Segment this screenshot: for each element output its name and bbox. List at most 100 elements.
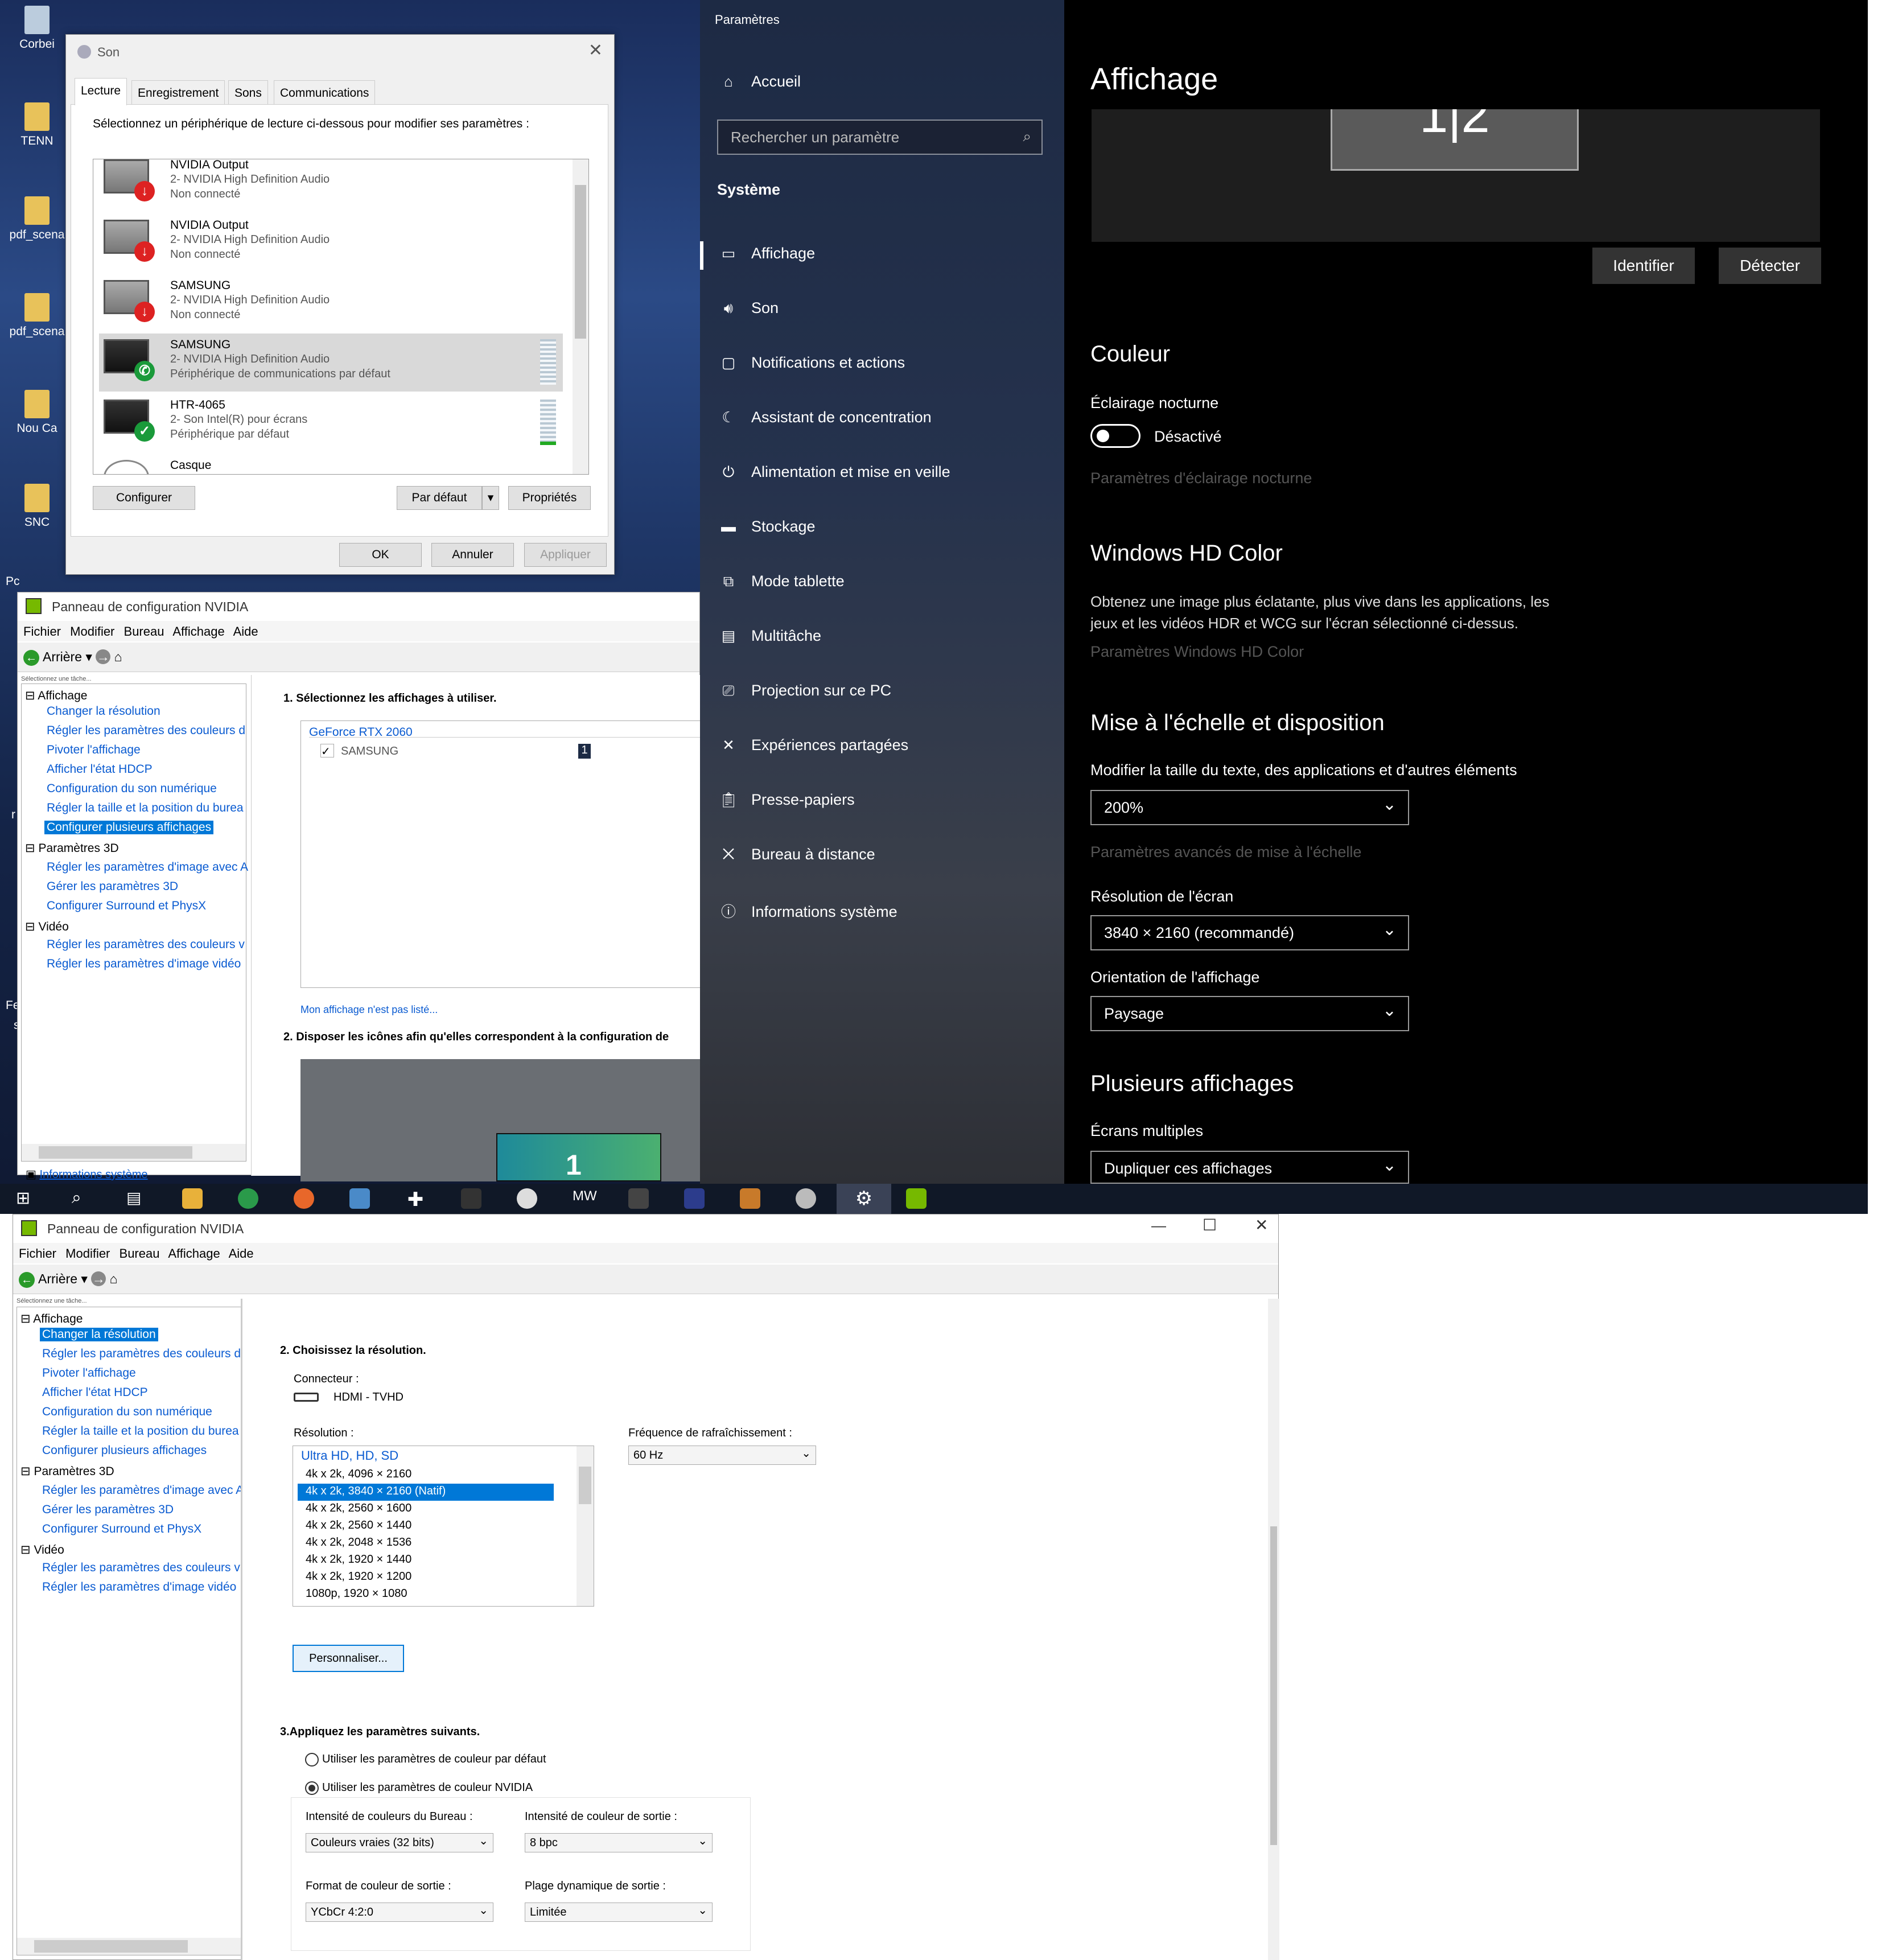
dyn-range-dropdown[interactable]: Limitée: [525, 1903, 713, 1922]
nav-projection[interactable]: ⎚ Projection sur ce PC: [717, 682, 892, 700]
resolution-list[interactable]: Ultra HD, HD, SD 4k x 2k, 4096 × 2160 4k…: [293, 1446, 594, 1607]
menu-bureau[interactable]: Bureau: [120, 1246, 160, 1261]
plus-app-icon[interactable]: ✚: [405, 1188, 426, 1210]
tree-group-3d[interactable]: ⊟ Paramètres 3D: [25, 841, 119, 855]
apply-button[interactable]: Appliquer: [524, 543, 607, 567]
app-icon[interactable]: [740, 1188, 760, 1209]
detect-button[interactable]: Détecter: [1719, 248, 1821, 284]
refresh-dropdown[interactable]: 60 Hz: [628, 1446, 816, 1465]
scrollbar-thumb[interactable]: [34, 1940, 188, 1953]
tree-item[interactable]: Configurer plusieurs affichages: [42, 1444, 207, 1457]
tree-group-video[interactable]: ⊟ Vidéo: [20, 1543, 64, 1557]
nav-about[interactable]: ⓘ Informations système: [717, 900, 897, 921]
forward-icon[interactable]: →: [96, 649, 111, 664]
tree-item[interactable]: Afficher l'état HDCP: [42, 1386, 148, 1399]
cancel-button[interactable]: Annuler: [431, 543, 514, 567]
ok-button[interactable]: OK: [339, 543, 422, 567]
folder-icon[interactable]: pdf_scena: [6, 196, 68, 242]
tree-item-selected[interactable]: Configurer plusieurs affichages: [44, 821, 214, 834]
not-listed-link[interactable]: Mon affichage n'est pas listé...: [300, 1004, 438, 1016]
resolution-item[interactable]: 4k x 2k, 2560 × 1600: [298, 1501, 554, 1518]
nav-clipboard[interactable]: 📋︎ Presse-papiers: [717, 791, 854, 809]
tree-item[interactable]: Régler la taille et la position du burea: [47, 801, 244, 815]
scale-dropdown[interactable]: 200%: [1090, 790, 1409, 825]
tree-item[interactable]: Configuration du son numérique: [42, 1405, 212, 1419]
tree-item[interactable]: Régler les paramètres d'image avec A: [47, 860, 248, 874]
out-depth-dropdown[interactable]: 8 bpc: [525, 1833, 713, 1852]
menu-modifier[interactable]: Modifier: [65, 1246, 110, 1261]
tree-item[interactable]: Afficher l'état HDCP: [47, 763, 153, 776]
nav-tablet[interactable]: ⧉ Mode tablette: [717, 573, 845, 591]
forward-icon[interactable]: →: [91, 1271, 106, 1286]
sysinfo-link[interactable]: ▣ Informations système: [26, 1167, 148, 1181]
radio-default-color[interactable]: [305, 1753, 319, 1767]
chrome-icon[interactable]: [238, 1188, 258, 1209]
menu-fichier[interactable]: Fichier: [23, 624, 61, 639]
scrollbar-thumb[interactable]: [575, 185, 586, 339]
resolution-dropdown[interactable]: 3840 × 2160 (recommandé): [1090, 915, 1409, 950]
app-icon[interactable]: [684, 1188, 705, 1209]
tree-item[interactable]: Configuration du son numérique: [47, 782, 217, 796]
tab-enregistrement[interactable]: Enregistrement: [131, 80, 225, 104]
device-list[interactable]: ↓ NVIDIA Output 2- NVIDIA High Definition …: [93, 159, 589, 475]
tree-item[interactable]: Régler les paramètres des couleurs v: [47, 938, 245, 952]
maximize-icon[interactable]: ☐: [1203, 1216, 1217, 1234]
folder-icon[interactable]: TENN: [6, 102, 68, 148]
nav-remote[interactable]: ⨉ Bureau à distance: [717, 846, 875, 864]
tree-item-selected[interactable]: Changer la résolution: [40, 1328, 158, 1341]
customize-button[interactable]: Personnaliser...: [293, 1645, 404, 1672]
nav-multitask[interactable]: ▤ Multitâche: [717, 627, 821, 645]
nav-shared[interactable]: ✕ Expériences partagées: [717, 736, 908, 754]
tree-item[interactable]: Pivoter l'affichage: [42, 1366, 136, 1380]
nav-son[interactable]: 🔊︎ Son: [717, 299, 779, 318]
identify-button[interactable]: Identifier: [1592, 248, 1695, 284]
tree-item[interactable]: Régler les paramètres des couleurs v: [42, 1561, 240, 1575]
home-icon[interactable]: ⌂: [114, 649, 122, 664]
start-icon[interactable]: ⊞: [16, 1188, 36, 1209]
device-item[interactable]: ↓ SAMSUNG 2- NVIDIA High Definition Audio N…: [99, 274, 563, 332]
scrollbar[interactable]: [573, 159, 588, 474]
scrollbar-thumb[interactable]: [39, 1146, 192, 1159]
app-icon[interactable]: [349, 1188, 370, 1209]
tree-item[interactable]: Régler les paramètres d'image avec A: [42, 1484, 244, 1497]
tree-item[interactable]: Changer la résolution: [47, 705, 160, 718]
device-item[interactable]: ✆ SAMSUNG 2- NVIDIA High Definition Audio P…: [99, 333, 563, 392]
folder-icon[interactable]: Nou Ca: [6, 390, 68, 435]
multi-display-dropdown[interactable]: Dupliquer ces affichages: [1090, 1151, 1409, 1184]
search-icon[interactable]: ⌕: [72, 1188, 92, 1209]
folder-icon[interactable]: pdf_scena: [6, 293, 68, 339]
tree-group-video[interactable]: ⊟ Vidéo: [25, 920, 69, 934]
device-item[interactable]: ↓ NVIDIA Output 2- NVIDIA High Definition …: [99, 214, 563, 272]
advanced-scale-link[interactable]: Paramètres avancés de mise à l'échelle: [1090, 843, 1361, 861]
firefox-icon[interactable]: [294, 1188, 314, 1209]
nav-power[interactable]: ⏻ Alimentation et mise en veille: [717, 463, 950, 481]
nav-notifications[interactable]: ▢ Notifications et actions: [717, 354, 905, 372]
tab-communications[interactable]: Communications: [274, 80, 376, 104]
properties-button[interactable]: Propriétés: [508, 486, 591, 510]
scrollbar[interactable]: [577, 1446, 594, 1606]
menu-bureau[interactable]: Bureau: [124, 624, 164, 639]
scrollbar-thumb[interactable]: [1270, 1526, 1277, 1845]
monitor-tile[interactable]: 1|2: [1331, 109, 1579, 171]
night-light-link[interactable]: Paramètres d'éclairage nocturne: [1090, 470, 1312, 487]
resolution-item[interactable]: 4k x 2k, 4096 × 2160: [298, 1467, 554, 1484]
menu-affichage[interactable]: Affichage: [168, 1246, 220, 1261]
scrollbar-thumb[interactable]: [579, 1467, 591, 1504]
clapper-icon[interactable]: [461, 1188, 481, 1209]
out-format-dropdown[interactable]: YCbCr 4:2:0: [306, 1903, 493, 1922]
vertical-scrollbar[interactable]: [1268, 1299, 1279, 1960]
folder-icon[interactable]: SNC: [6, 484, 68, 529]
menu-fichier[interactable]: Fichier: [19, 1246, 56, 1261]
tree-group-3d[interactable]: ⊟ Paramètres 3D: [20, 1464, 114, 1479]
tab-lecture[interactable]: Lecture: [75, 78, 127, 105]
menu-aide[interactable]: Aide: [233, 624, 258, 639]
nav-affichage[interactable]: ▭ Affichage: [717, 245, 815, 262]
tree-item[interactable]: Régler les paramètres d'image vidéo: [42, 1580, 236, 1594]
desk-depth-dropdown[interactable]: Couleurs vraies (32 bits): [306, 1833, 493, 1852]
hd-color-link[interactable]: Paramètres Windows HD Color: [1090, 643, 1304, 661]
set-default-button[interactable]: Par défaut: [397, 486, 482, 510]
home-icon[interactable]: ⌂: [110, 1271, 118, 1286]
tree-item[interactable]: Régler les paramètres d'image vidéo: [47, 957, 241, 971]
chevron-down-icon[interactable]: ▾: [482, 486, 499, 510]
tree-item[interactable]: Régler les paramètres des couleurs d: [47, 724, 245, 738]
